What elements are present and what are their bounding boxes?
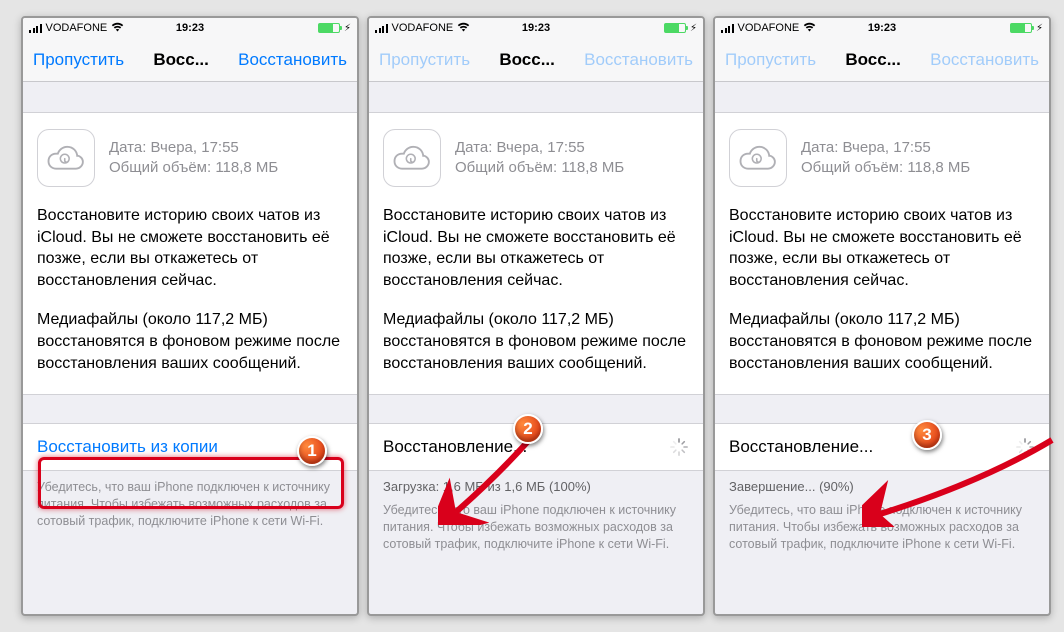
backup-date-label: Дата: Вчера, 17:55 bbox=[455, 138, 624, 158]
charging-icon: ⚡︎ bbox=[690, 23, 697, 34]
backup-date-label: Дата: Вчера, 17:55 bbox=[801, 138, 970, 158]
backup-size-label: Общий объём: 118,8 МБ bbox=[455, 158, 624, 178]
restore-description-1: Восстановите историю своих чатов из iClo… bbox=[383, 205, 689, 291]
wifi-icon bbox=[803, 22, 816, 35]
status-bar: VODAFONE 19:23 ⚡︎ bbox=[23, 18, 357, 38]
nav-title: Восс... bbox=[845, 50, 901, 70]
status-bar: VODAFONE 19:23 ⚡︎ bbox=[369, 18, 703, 38]
completion-progress-label: Завершение... (90%) bbox=[715, 471, 1049, 494]
step-badge-1: 1 bbox=[297, 436, 327, 466]
clock: 19:23 bbox=[522, 22, 550, 34]
restore-status-label: Восстановление... bbox=[729, 437, 873, 456]
nav-restore-button[interactable]: Восстановить bbox=[238, 50, 347, 70]
charging-icon: ⚡︎ bbox=[1036, 23, 1043, 34]
backup-date-label: Дата: Вчера, 17:55 bbox=[109, 138, 278, 158]
phone-screen-2: VODAFONE 19:23 ⚡︎ Пропустить Восс... Вос… bbox=[367, 16, 705, 616]
carrier-label: VODAFONE bbox=[738, 22, 800, 34]
nav-title: Восс... bbox=[153, 50, 209, 70]
spinner-icon bbox=[1015, 437, 1035, 457]
footer-hint: Убедитесь, что ваш iPhone подключен к ис… bbox=[715, 494, 1049, 553]
phone-screen-1: VODAFONE 19:23 ⚡︎ Пропустить Восс... Вос… bbox=[21, 16, 359, 616]
nav-skip-button: Пропустить bbox=[379, 50, 470, 70]
backup-size-label: Общий объём: 118,8 МБ bbox=[801, 158, 970, 178]
nav-bar: Пропустить Восс... Восстановить bbox=[23, 38, 357, 82]
backup-size-label: Общий объём: 118,8 МБ bbox=[109, 158, 278, 178]
carrier-label: VODAFONE bbox=[392, 22, 454, 34]
phone-screen-3: VODAFONE 19:23 ⚡︎ Пропустить Восс... Вос… bbox=[713, 16, 1051, 616]
nav-bar: Пропустить Восс... Восстановить bbox=[369, 38, 703, 82]
icloud-backup-icon bbox=[729, 129, 787, 187]
nav-skip-button: Пропустить bbox=[725, 50, 816, 70]
nav-bar: Пропустить Восс... Восстановить bbox=[715, 38, 1049, 82]
footer-hint: Убедитесь, что ваш iPhone подключен к ис… bbox=[369, 494, 703, 553]
restore-description-1: Восстановите историю своих чатов из iClo… bbox=[729, 205, 1035, 291]
step-badge-3: 3 bbox=[912, 420, 942, 450]
backup-info-card: Дата: Вчера, 17:55 Общий объём: 118,8 МБ… bbox=[715, 112, 1049, 395]
battery-icon bbox=[318, 23, 340, 33]
download-progress-label: Загрузка: 1,6 МБ из 1,6 МБ (100%) bbox=[369, 471, 703, 494]
nav-restore-button: Восстановить bbox=[930, 50, 1039, 70]
charging-icon: ⚡︎ bbox=[344, 23, 351, 34]
footer-hint: Убедитесь, что ваш iPhone подключен к ис… bbox=[23, 471, 357, 530]
restore-description-2: Медиафайлы (около 117,2 МБ) восстановятс… bbox=[383, 309, 689, 374]
nav-title: Восс... bbox=[499, 50, 555, 70]
restore-description-1: Восстановите историю своих чатов из iClo… bbox=[37, 205, 343, 291]
backup-info-card: Дата: Вчера, 17:55 Общий объём: 118,8 МБ… bbox=[369, 112, 703, 395]
icloud-backup-icon bbox=[383, 129, 441, 187]
restore-description-2: Медиафайлы (около 117,2 МБ) восстановятс… bbox=[37, 309, 343, 374]
carrier-label: VODAFONE bbox=[46, 22, 108, 34]
restore-button-label: Восстановить из копии bbox=[37, 437, 218, 456]
clock: 19:23 bbox=[176, 22, 204, 34]
restore-progress-cell: Восстановление... bbox=[715, 423, 1049, 471]
signal-icon bbox=[29, 23, 42, 33]
restore-description-2: Медиафайлы (около 117,2 МБ) восстановятс… bbox=[729, 309, 1035, 374]
battery-icon bbox=[1010, 23, 1032, 33]
signal-icon bbox=[721, 23, 734, 33]
signal-icon bbox=[375, 23, 388, 33]
icloud-backup-icon bbox=[37, 129, 95, 187]
nav-restore-button: Восстановить bbox=[584, 50, 693, 70]
status-bar: VODAFONE 19:23 ⚡︎ bbox=[715, 18, 1049, 38]
wifi-icon bbox=[111, 22, 124, 35]
backup-info-card: Дата: Вчера, 17:55 Общий объём: 118,8 МБ… bbox=[23, 112, 357, 395]
restore-status-label: Восстановление... bbox=[383, 437, 527, 456]
battery-icon bbox=[664, 23, 686, 33]
spinner-icon bbox=[669, 437, 689, 457]
clock: 19:23 bbox=[868, 22, 896, 34]
step-badge-2: 2 bbox=[513, 414, 543, 444]
nav-skip-button[interactable]: Пропустить bbox=[33, 50, 124, 70]
wifi-icon bbox=[457, 22, 470, 35]
